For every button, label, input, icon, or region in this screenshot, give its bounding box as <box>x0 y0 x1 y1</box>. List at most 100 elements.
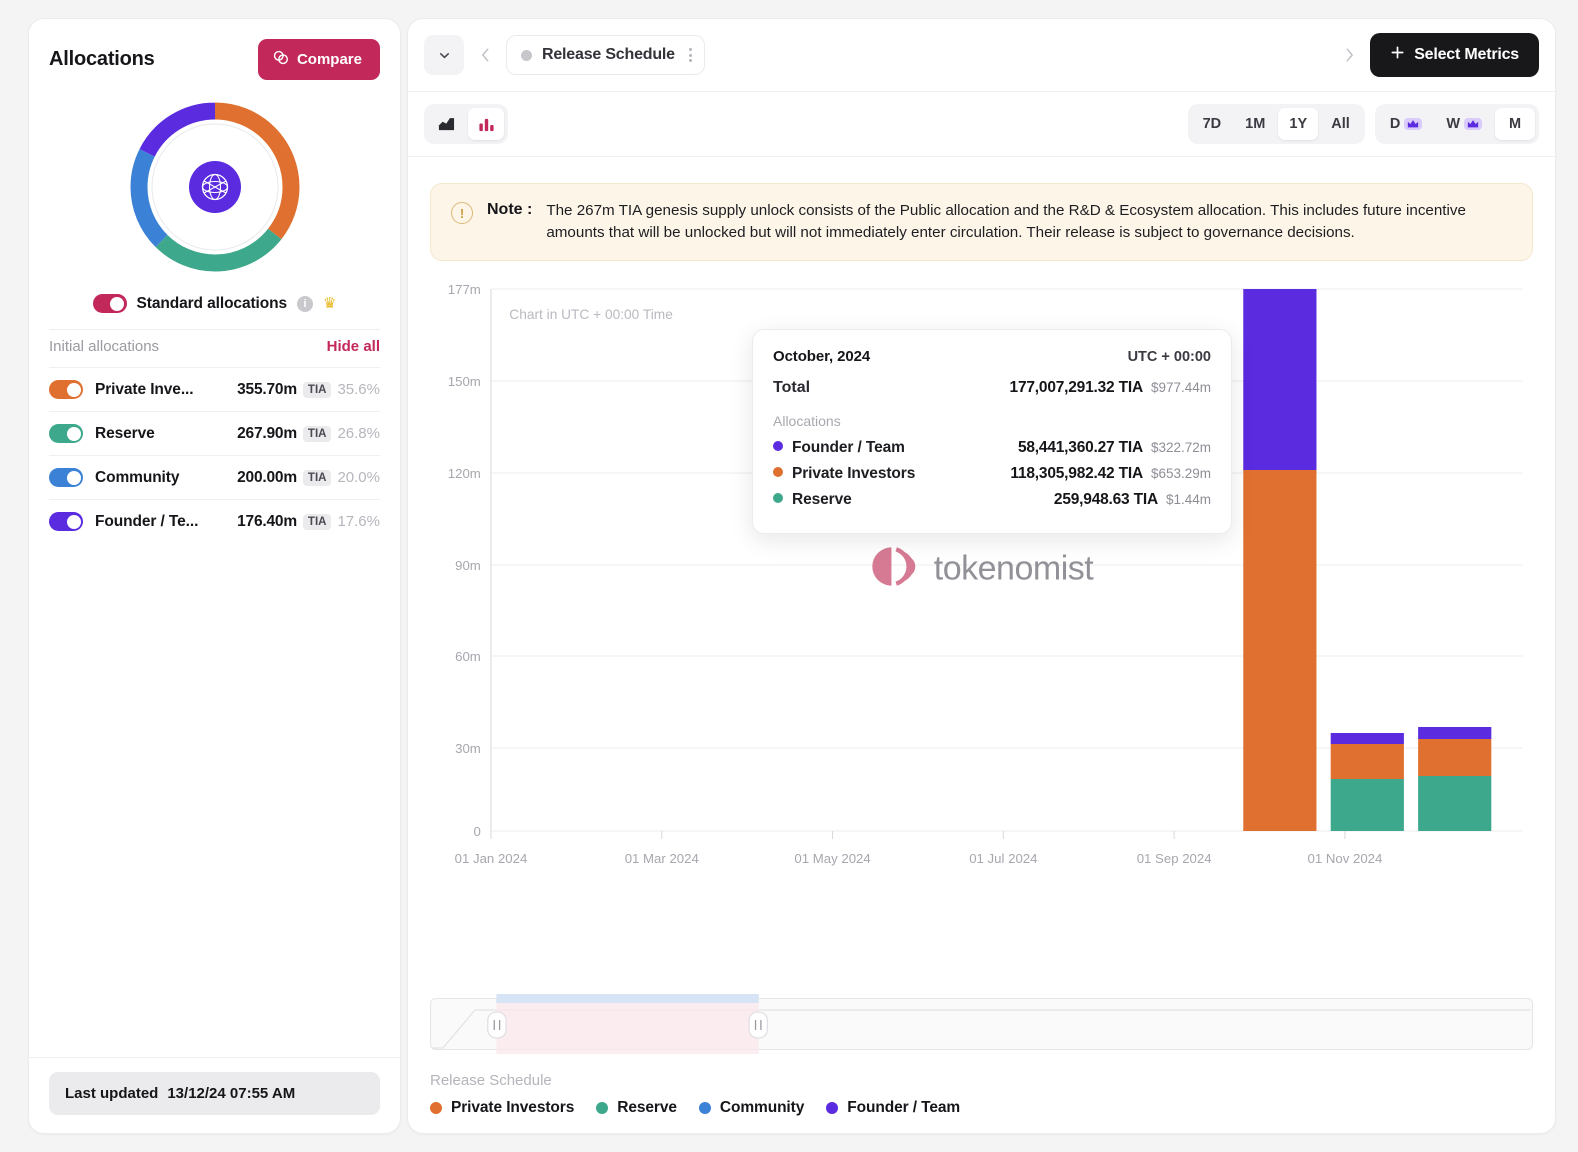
tooltip-series-usd: $1.44m <box>1166 492 1211 507</box>
main-panel: Release Schedule Select Metrics <box>407 18 1556 1134</box>
legend-item-founder-team[interactable]: Founder / Team <box>826 1099 960 1117</box>
legend-color-dot <box>430 1102 442 1114</box>
note-banner: ! Note : The 267m TIA genesis supply unl… <box>430 183 1533 261</box>
range-slider[interactable] <box>430 990 1533 1058</box>
allocations-list-section: Initial allocations Hide all Private Inv… <box>29 329 400 543</box>
standard-allocations-toggle[interactable] <box>93 294 127 313</box>
legend-title: Release Schedule <box>430 1072 1533 1089</box>
chart-legend-section: Release Schedule Private Investors Reser… <box>408 1058 1555 1133</box>
allocation-percent: 35.6% <box>337 381 380 398</box>
info-icon[interactable]: i <box>297 296 313 312</box>
hide-all-link[interactable]: Hide all <box>327 338 380 355</box>
allocations-sidebar: Allocations Compare <box>28 18 401 1134</box>
chevron-right-icon[interactable] <box>1334 35 1364 75</box>
allocation-percent: 17.6% <box>337 513 380 530</box>
page-title: Allocations <box>49 48 155 71</box>
range-all[interactable]: All <box>1320 108 1361 140</box>
note-label: Note : <box>487 201 532 219</box>
more-vertical-icon[interactable] <box>689 48 692 62</box>
range-handle-right <box>749 1012 767 1038</box>
interval-label: W <box>1446 116 1460 132</box>
allocation-percent: 20.0% <box>337 469 380 486</box>
tooltip-total-usd: $977.44m <box>1151 380 1211 395</box>
svg-text:01 Mar 2024: 01 Mar 2024 <box>625 851 699 866</box>
allocation-toggle[interactable] <box>49 424 83 443</box>
allocation-toggle[interactable] <box>49 512 83 531</box>
last-updated-label: Last updated <box>65 1085 158 1102</box>
allocation-donut-chart <box>29 84 400 280</box>
interval-weekly[interactable]: W <box>1435 108 1493 140</box>
bar-nov-2024 <box>1331 733 1404 831</box>
tooltip-allocations-label: Allocations <box>773 413 1211 429</box>
celestia-logo-icon <box>189 161 241 213</box>
interval-monthly[interactable]: M <box>1495 108 1535 140</box>
crown-icon <box>1464 118 1482 130</box>
compare-icon <box>272 49 289 70</box>
chart-type-group <box>424 104 508 144</box>
svg-text:01 Sep 2024: 01 Sep 2024 <box>1137 851 1212 866</box>
allocation-toggle[interactable] <box>49 468 83 487</box>
range-1m[interactable]: 1M <box>1234 108 1276 140</box>
legend-item-private-investors[interactable]: Private Investors <box>430 1099 574 1117</box>
initial-allocations-label: Initial allocations <box>49 338 159 355</box>
allocation-row-founder-team[interactable]: Founder / Te... 176.40m TIA 17.6% <box>49 499 380 543</box>
tab-status-dot <box>521 50 532 61</box>
tooltip-series-usd: $322.72m <box>1151 440 1211 455</box>
tooltip-date: October, 2024 <box>773 348 870 365</box>
interval-daily[interactable]: D <box>1379 108 1433 140</box>
unit-tag: TIA <box>303 470 332 486</box>
main-toolbar: Release Schedule Select Metrics <box>408 19 1555 92</box>
allocation-row-community[interactable]: Community 200.00m TIA 20.0% <box>49 455 380 499</box>
chart-toolbar: 7D 1M 1Y All D W M <box>408 92 1555 157</box>
allocation-toggle[interactable] <box>49 380 83 399</box>
svg-text:60m: 60m <box>455 649 481 664</box>
range-7d[interactable]: 7D <box>1192 108 1233 140</box>
range-1y[interactable]: 1Y <box>1278 108 1318 140</box>
allocation-amount: 176.40m <box>237 513 297 531</box>
svg-text:30m: 30m <box>455 741 481 756</box>
legend-label: Reserve <box>617 1099 677 1117</box>
legend-item-community[interactable]: Community <box>699 1099 804 1117</box>
tooltip-series-tia: 58,441,360.27 TIA <box>1018 439 1143 457</box>
series-color-dot <box>773 441 783 451</box>
svg-text:01 Jul 2024: 01 Jul 2024 <box>969 851 1037 866</box>
tooltip-row-founder-team: Founder / Team 58,441,360.27 TIA $322.72… <box>773 439 1211 457</box>
tooltip-total-tia: 177,007,291.32 TIA <box>1010 379 1143 397</box>
standard-allocations-label: Standard allocations <box>137 295 287 313</box>
svg-text:01 Jan 2024: 01 Jan 2024 <box>455 851 528 866</box>
bar-chart-icon[interactable] <box>468 108 504 140</box>
tooltip-series-name: Founder / Team <box>792 439 905 457</box>
sidebar-header: Allocations Compare <box>29 19 400 84</box>
legend-color-dot <box>826 1102 838 1114</box>
compare-button[interactable]: Compare <box>258 39 380 80</box>
chevron-down-icon[interactable] <box>424 35 464 75</box>
select-metrics-label: Select Metrics <box>1414 46 1519 64</box>
select-metrics-button[interactable]: Select Metrics <box>1370 33 1539 77</box>
compare-label: Compare <box>297 51 362 68</box>
legend-item-reserve[interactable]: Reserve <box>596 1099 677 1117</box>
allocation-name: Reserve <box>95 425 237 443</box>
tooltip-row-reserve: Reserve 259,948.63 TIA $1.44m <box>773 491 1211 509</box>
unit-tag: TIA <box>303 426 332 442</box>
release-schedule-chart[interactable]: 177m 150m 120m 90m 60m 30m 0 <box>408 261 1555 986</box>
allocation-amount: 267.90m <box>237 425 297 443</box>
svg-text:01 Nov 2024: 01 Nov 2024 <box>1307 851 1382 866</box>
svg-text:177m: 177m <box>448 282 481 297</box>
area-chart-icon[interactable] <box>428 108 464 140</box>
tab-label: Release Schedule <box>542 46 675 64</box>
last-updated-value: 13/12/24 07:55 AM <box>167 1085 295 1102</box>
series-color-dot <box>773 467 783 477</box>
svg-text:90m: 90m <box>455 558 481 573</box>
tooltip-row-private-investors: Private Investors 118,305,982.42 TIA $65… <box>773 465 1211 483</box>
allocation-percent: 26.8% <box>337 425 380 442</box>
allocation-row-reserve[interactable]: Reserve 267.90m TIA 26.8% <box>49 411 380 455</box>
bar-dec-2024 <box>1418 727 1491 831</box>
chevron-left-icon[interactable] <box>470 35 500 75</box>
svg-text:150m: 150m <box>448 374 481 389</box>
tab-release-schedule[interactable]: Release Schedule <box>506 35 705 75</box>
series-color-dot <box>773 493 783 503</box>
allocation-row-private-investors[interactable]: Private Inve... 355.70m TIA 35.6% <box>49 367 380 411</box>
crown-icon: ♛ <box>323 296 336 311</box>
utc-note: Chart in UTC + 00:00 Time <box>509 307 673 322</box>
legend-label: Community <box>720 1099 804 1117</box>
